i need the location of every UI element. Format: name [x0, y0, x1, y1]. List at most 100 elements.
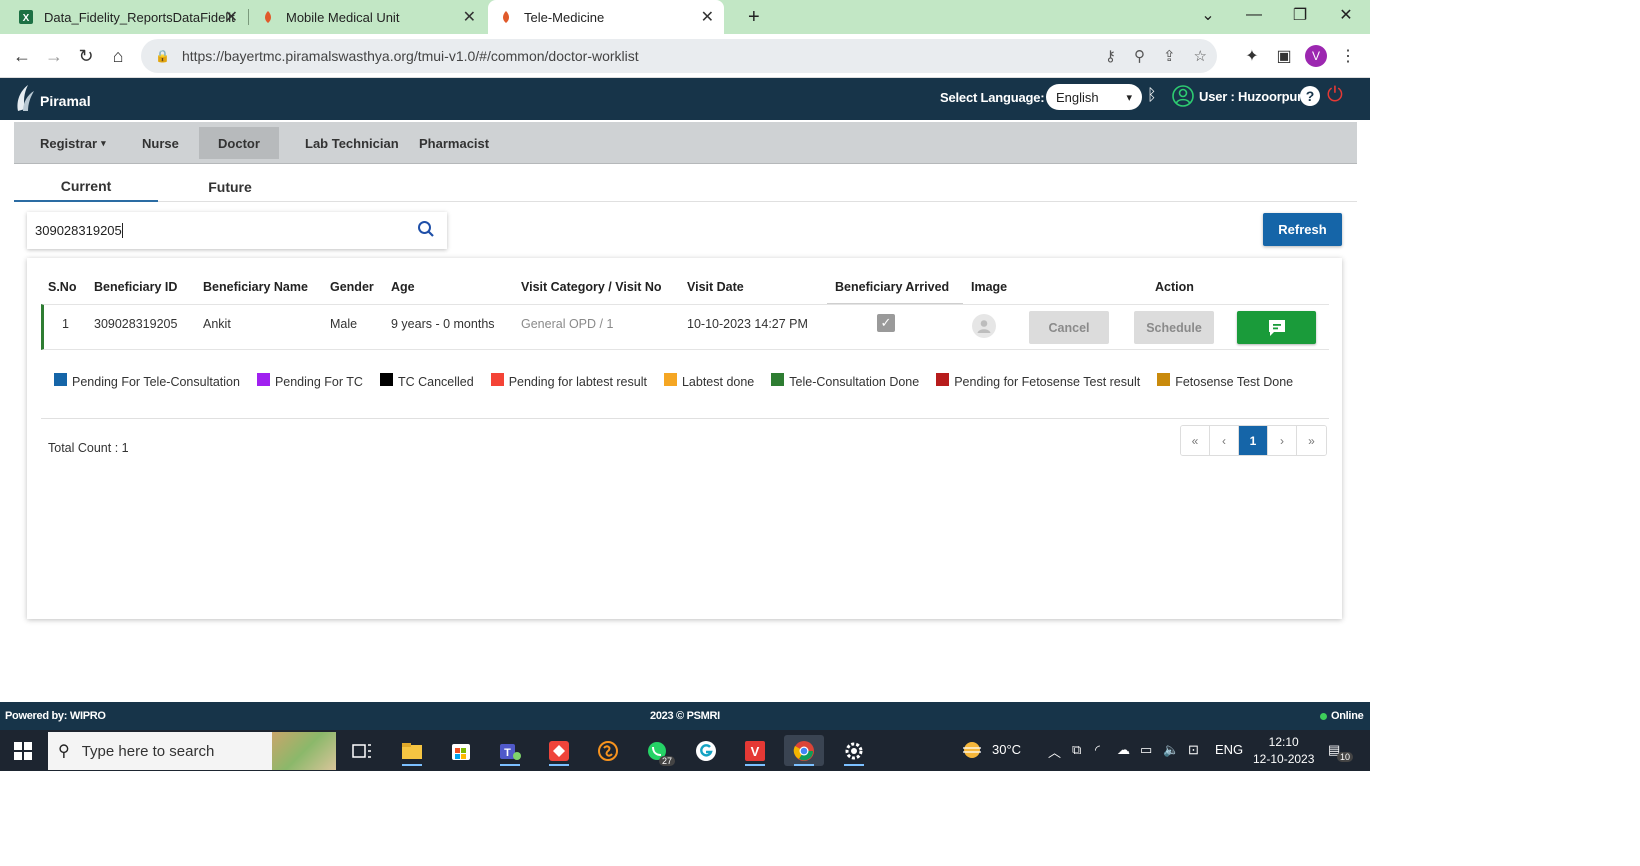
restore-button[interactable]: ❐ — [1277, 0, 1323, 30]
cell-visit-category: General OPD / 1 — [521, 317, 614, 331]
search-input[interactable]: 309028319205 — [27, 212, 447, 249]
user-icon — [1172, 85, 1194, 112]
taskbar-search-input[interactable]: ⚲ Type here to search — [48, 732, 336, 770]
file-explorer-icon[interactable] — [392, 735, 432, 766]
page-next-button[interactable]: › — [1268, 426, 1297, 455]
star-icon[interactable]: ☆ — [1194, 47, 1207, 65]
chevron-up-icon[interactable]: ︿ — [1048, 742, 1061, 761]
address-bar[interactable]: 🔒 https://bayertmc.piramalswasthya.org/t… — [141, 39, 1217, 73]
tab-current[interactable]: Current — [14, 172, 158, 202]
input-language[interactable]: ENG — [1215, 742, 1243, 757]
tab-future[interactable]: Future — [158, 172, 302, 202]
role-pharmacist[interactable]: Pharmacist — [407, 127, 501, 159]
grammarly-icon[interactable] — [686, 735, 726, 766]
piramal-icon — [260, 9, 276, 25]
legend-swatch — [379, 372, 393, 386]
chrome-icon[interactable] — [784, 735, 824, 766]
user-label: User : Huzoorpur — [1199, 89, 1302, 104]
search-highlight-image — [272, 732, 336, 770]
col-header-visit-date: Visit Date — [687, 280, 744, 294]
forward-button[interactable]: → — [40, 42, 68, 70]
url-text: https://bayertmc.piramalswasthya.org/tmu… — [181, 48, 639, 64]
home-button[interactable]: ⌂ — [104, 42, 132, 70]
col-header-age: Age — [391, 280, 415, 294]
role-doctor[interactable]: Doctor — [199, 127, 279, 159]
browser-tab-tele-medicine[interactable]: Tele-Medicine ✕ — [488, 0, 724, 34]
col-header-beneficiary-arrived: Beneficiary Arrived — [835, 280, 950, 294]
side-panel-icon[interactable]: ▣ — [1270, 42, 1298, 70]
table-row[interactable]: 1 309028319205 Ankit Male 9 years - 0 mo… — [41, 304, 1329, 350]
cell-beneficiary-name: Ankit — [203, 317, 231, 331]
browser-toolbar: ← → ↻ ⌂ 🔒 https://bayertmc.piramalswasth… — [0, 34, 1370, 78]
volume-icon[interactable]: 🔈 — [1163, 742, 1179, 758]
power-icon[interactable]: ⏻ — [1327, 84, 1343, 107]
language-select[interactable]: English ▾ — [1046, 84, 1142, 110]
onedrive-icon[interactable]: ☁ — [1117, 742, 1130, 758]
close-icon[interactable]: ✕ — [463, 7, 476, 27]
page-first-button[interactable]: « — [1181, 426, 1210, 455]
cell-sno: 1 — [62, 317, 69, 331]
browser-tab-mobile-medical-unit[interactable]: Mobile Medical Unit ✕ — [250, 0, 486, 34]
network-icon[interactable]: ⊡ — [1188, 742, 1199, 758]
tab-search-button[interactable]: ⌄ — [1185, 0, 1231, 30]
legend-item: Pending for Fetosense Test result — [936, 372, 1140, 389]
copyright: 2023 © PSMRI — [650, 710, 720, 722]
teams-icon[interactable]: T — [490, 735, 530, 766]
refresh-button[interactable]: Refresh — [1263, 213, 1342, 246]
browser-tab-data-fidelity[interactable]: X Data_Fidelity_ReportsDataFidelit ✕ — [8, 0, 248, 34]
legend-label: Pending For TC — [274, 375, 363, 389]
role-nurse[interactable]: Nurse — [130, 127, 191, 159]
clock[interactable]: 12:10 12-10-2023 — [1253, 734, 1314, 768]
whatsapp-icon[interactable]: 27 — [637, 735, 677, 766]
status-legend: Pending For Tele-Consultation Pending For… — [54, 372, 1314, 392]
close-window-button[interactable]: ✕ — [1323, 0, 1369, 30]
battery-icon[interactable]: ▭ — [1140, 742, 1152, 758]
key-icon[interactable]: ⚷ — [1105, 47, 1116, 65]
help-icon[interactable]: ? — [1300, 86, 1320, 106]
role-registrar[interactable]: Registrar ▾ — [28, 127, 118, 159]
reload-button[interactable]: ↻ — [72, 42, 100, 70]
piramal-icon — [498, 9, 514, 25]
taskbar: ⚲ Type here to search T 27 V 30°C ︿ ⧉ ◜ … — [0, 730, 1370, 771]
task-view-icon[interactable] — [342, 735, 382, 766]
whatsapp-badge: 27 — [658, 756, 675, 766]
menu-icon[interactable]: ⋮ — [1334, 42, 1362, 70]
zoom-icon[interactable]: ⚲ — [1134, 47, 1145, 65]
page-prev-button[interactable]: ‹ — [1210, 426, 1239, 455]
worklist-card: S.No Beneficiary ID Beneficiary Name Gen… — [27, 258, 1342, 619]
microsoft-store-icon[interactable] — [441, 735, 481, 766]
profile-button[interactable]: V — [1302, 42, 1330, 70]
close-icon[interactable]: ✕ — [225, 7, 238, 27]
new-tab-button[interactable]: + — [738, 0, 768, 34]
role-label: Pharmacist — [419, 135, 490, 151]
wifi-icon[interactable]: ◜ — [1095, 742, 1100, 758]
bluetooth-icon[interactable]: ᛒ — [1147, 87, 1157, 105]
search-icon[interactable] — [417, 220, 435, 241]
close-icon[interactable]: ✕ — [701, 7, 714, 27]
role-lab-technician[interactable]: Lab Technician — [293, 127, 411, 159]
arrived-checkbox[interactable]: ✓ — [877, 314, 895, 332]
extensions-icon[interactable]: ✦ — [1238, 42, 1266, 70]
avatar: V — [1305, 45, 1327, 67]
settings-gear-icon[interactable] — [834, 735, 874, 766]
cancel-button[interactable]: Cancel — [1029, 311, 1109, 344]
anydesk-icon[interactable] — [539, 735, 579, 766]
share-icon[interactable]: ⇪ — [1163, 47, 1176, 65]
minimize-button[interactable]: — — [1231, 0, 1277, 30]
weather-icon[interactable] — [960, 739, 984, 764]
page-current-button[interactable]: 1 — [1239, 426, 1268, 455]
consult-button[interactable] — [1237, 311, 1316, 344]
meet-icon[interactable]: ⧉ — [1072, 742, 1081, 758]
lock-icon: 🔒 — [155, 49, 170, 63]
app-footer: Powered by: WIPRO 2023 © PSMRI Online — [0, 702, 1370, 730]
arrow-right-icon: → — [45, 45, 63, 66]
legend-item: Pending For Tele-Consultation — [54, 372, 240, 389]
piramal-logo[interactable]: Piramal — [14, 83, 91, 119]
svg-text:X: X — [23, 13, 30, 24]
schedule-button[interactable]: Schedule — [1134, 311, 1214, 344]
windows-start-icon[interactable] — [14, 742, 32, 760]
app-v-icon[interactable]: V — [735, 735, 775, 766]
page-last-button[interactable]: » — [1297, 426, 1326, 455]
swiggy-icon[interactable] — [588, 735, 628, 766]
back-button[interactable]: ← — [8, 42, 36, 70]
